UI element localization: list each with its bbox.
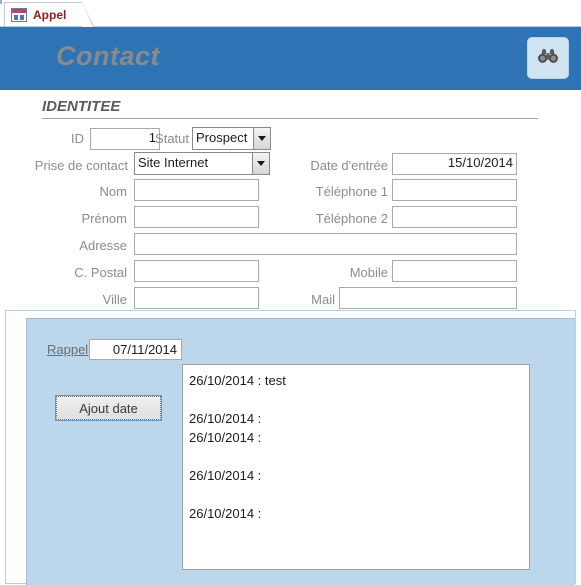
access-form-icon bbox=[11, 7, 27, 22]
code-postal-field[interactable] bbox=[134, 260, 259, 282]
date-entree-field[interactable]: 15/10/2014 bbox=[392, 153, 517, 175]
mobile-field[interactable] bbox=[392, 260, 517, 282]
label-mail: Mail bbox=[311, 292, 335, 307]
document-tab-appel[interactable]: Appel bbox=[4, 2, 95, 28]
ajout-date-button[interactable]: Ajout date bbox=[55, 395, 162, 421]
statut-value: Prospect bbox=[196, 130, 248, 145]
label-ville: Ville bbox=[102, 292, 127, 307]
label-date-entree: Date d'entrée bbox=[310, 158, 388, 173]
label-telephone1: Téléphone 1 bbox=[315, 184, 388, 199]
ajout-date-button-label: Ajout date bbox=[56, 396, 161, 420]
document-tab-bar: Appel bbox=[0, 0, 581, 28]
label-code-postal: C. Postal bbox=[74, 265, 127, 280]
page-title: Contact bbox=[56, 41, 160, 71]
rappel-subform-container: Rappel 07/11/2014 Ajout date 26/10/2014 … bbox=[5, 310, 576, 585]
label-adresse: Adresse bbox=[79, 238, 127, 253]
notes-textarea[interactable]: 26/10/2014 : test 26/10/2014 : 26/10/201… bbox=[182, 364, 530, 570]
find-button[interactable] bbox=[527, 37, 569, 79]
adresse-field[interactable] bbox=[134, 233, 517, 255]
rappel-date-field[interactable]: 07/11/2014 bbox=[89, 339, 182, 360]
statut-combobox[interactable]: Prospect bbox=[192, 127, 271, 150]
prenom-field[interactable] bbox=[134, 206, 259, 228]
chevron-down-icon[interactable] bbox=[253, 128, 270, 149]
rappel-link-label[interactable]: Rappel bbox=[47, 342, 88, 357]
section-divider bbox=[42, 118, 538, 119]
label-statut: Statut bbox=[155, 131, 189, 146]
chevron-down-icon[interactable] bbox=[252, 153, 269, 174]
section-title-identitee: IDENTITEE bbox=[42, 98, 121, 115]
form-header-band: Contact bbox=[0, 27, 581, 90]
nom-field[interactable] bbox=[134, 179, 259, 201]
ville-field[interactable] bbox=[134, 287, 259, 309]
label-id: ID bbox=[71, 131, 84, 146]
telephone1-field[interactable] bbox=[392, 179, 517, 201]
binoculars-icon bbox=[537, 47, 559, 70]
prise-de-contact-combobox[interactable]: Site Internet bbox=[134, 152, 270, 175]
document-tab-label: Appel bbox=[33, 7, 67, 22]
rappel-panel: Rappel 07/11/2014 Ajout date 26/10/2014 … bbox=[26, 318, 575, 585]
label-telephone2: Téléphone 2 bbox=[315, 211, 388, 226]
label-nom: Nom bbox=[99, 184, 127, 199]
label-mobile: Mobile bbox=[349, 265, 388, 280]
mail-field[interactable] bbox=[339, 287, 517, 309]
prise-de-contact-value: Site Internet bbox=[138, 155, 209, 170]
tab-slant-decoration bbox=[82, 3, 95, 28]
label-prenom: Prénom bbox=[81, 211, 127, 226]
label-prise-de-contact: Prise de contact bbox=[34, 158, 128, 173]
telephone2-field[interactable] bbox=[392, 206, 517, 228]
